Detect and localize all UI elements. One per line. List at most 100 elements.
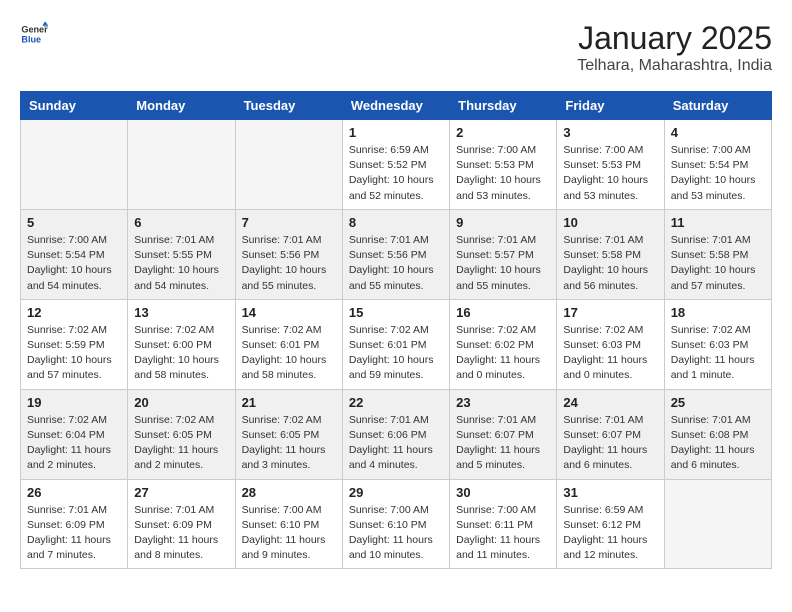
- day-info: Sunrise: 7:02 AMSunset: 6:04 PMDaylight:…: [27, 413, 121, 474]
- day-number: 31: [563, 485, 657, 500]
- day-number: 7: [242, 215, 336, 230]
- day-number: 27: [134, 485, 228, 500]
- day-info: Sunrise: 7:00 AMSunset: 5:53 PMDaylight:…: [456, 143, 550, 204]
- calendar-cell: 19 Sunrise: 7:02 AMSunset: 6:04 PMDayligh…: [21, 389, 128, 479]
- calendar-cell: 25Sunrise: 7:01 AMSunset: 6:08 PMDayligh…: [664, 389, 771, 479]
- calendar-cell: 12 Sunrise: 7:02 AMSunset: 5:59 PMDayligh…: [21, 299, 128, 389]
- calendar-cell: [235, 120, 342, 210]
- calendar-cell: 5Sunrise: 7:00 AMSunset: 5:54 PMDaylight…: [21, 209, 128, 299]
- day-number: 20: [134, 395, 228, 410]
- calendar-week-row: 12 Sunrise: 7:02 AMSunset: 5:59 PMDayligh…: [21, 299, 772, 389]
- calendar-cell: 11 Sunrise: 7:01 AMSunset: 5:58 PMDayligh…: [664, 209, 771, 299]
- calendar-cell: 10 Sunrise: 7:01 AMSunset: 5:58 PMDayligh…: [557, 209, 664, 299]
- day-info: Sunrise: 7:01 AMSunset: 5:58 PMDaylight:…: [671, 233, 765, 294]
- day-info: Sunrise: 7:02 AMSunset: 6:00 PMDaylight:…: [134, 323, 228, 384]
- day-number: 28: [242, 485, 336, 500]
- weekday-header-thursday: Thursday: [450, 92, 557, 120]
- page-header: General Blue January 2025 Telhara, Mahar…: [20, 20, 772, 75]
- title-block: January 2025 Telhara, Maharashtra, India: [577, 20, 772, 75]
- calendar-cell: [21, 120, 128, 210]
- weekday-header-friday: Friday: [557, 92, 664, 120]
- day-info: Sunrise: 7:01 AMSunset: 6:07 PMDaylight:…: [563, 413, 657, 474]
- weekday-header-sunday: Sunday: [21, 92, 128, 120]
- location: Telhara, Maharashtra, India: [577, 57, 772, 75]
- calendar-cell: 28Sunrise: 7:00 AMSunset: 6:10 PMDayligh…: [235, 479, 342, 569]
- calendar-cell: 27 Sunrise: 7:01 AMSunset: 6:09 PMDayligh…: [128, 479, 235, 569]
- calendar-cell: 17Sunrise: 7:02 AMSunset: 6:03 PMDayligh…: [557, 299, 664, 389]
- calendar-cell: 31Sunrise: 6:59 AMSunset: 6:12 PMDayligh…: [557, 479, 664, 569]
- calendar-week-row: 5Sunrise: 7:00 AMSunset: 5:54 PMDaylight…: [21, 209, 772, 299]
- day-info: Sunrise: 7:01 AMSunset: 6:06 PMDaylight:…: [349, 413, 443, 474]
- day-number: 19: [27, 395, 121, 410]
- calendar-week-row: 26 Sunrise: 7:01 AMSunset: 6:09 PMDayligh…: [21, 479, 772, 569]
- calendar-cell: 13 Sunrise: 7:02 AMSunset: 6:00 PMDayligh…: [128, 299, 235, 389]
- day-info: Sunrise: 7:02 AMSunset: 5:59 PMDaylight:…: [27, 323, 121, 384]
- calendar-cell: 14Sunrise: 7:02 AMSunset: 6:01 PMDayligh…: [235, 299, 342, 389]
- calendar-table: SundayMondayTuesdayWednesdayThursdayFrid…: [20, 91, 772, 569]
- day-number: 26: [27, 485, 121, 500]
- calendar-cell: 18 Sunrise: 7:02 AMSunset: 6:03 PMDayligh…: [664, 299, 771, 389]
- calendar-cell: 23 Sunrise: 7:01 AMSunset: 6:07 PMDayligh…: [450, 389, 557, 479]
- calendar-week-row: 19 Sunrise: 7:02 AMSunset: 6:04 PMDayligh…: [21, 389, 772, 479]
- calendar-cell: 24Sunrise: 7:01 AMSunset: 6:07 PMDayligh…: [557, 389, 664, 479]
- weekday-header-wednesday: Wednesday: [342, 92, 449, 120]
- day-number: 11: [671, 215, 765, 230]
- calendar-cell: 20 Sunrise: 7:02 AMSunset: 6:05 PMDayligh…: [128, 389, 235, 479]
- calendar-cell: 29 Sunrise: 7:00 AMSunset: 6:10 PMDayligh…: [342, 479, 449, 569]
- svg-text:General: General: [21, 25, 48, 35]
- weekday-header-saturday: Saturday: [664, 92, 771, 120]
- day-number: 17: [563, 305, 657, 320]
- calendar-cell: 15Sunrise: 7:02 AMSunset: 6:01 PMDayligh…: [342, 299, 449, 389]
- day-number: 9: [456, 215, 550, 230]
- day-number: 12: [27, 305, 121, 320]
- day-info: Sunrise: 7:01 AMSunset: 5:56 PMDaylight:…: [349, 233, 443, 294]
- day-info: Sunrise: 7:00 AMSunset: 6:10 PMDaylight:…: [349, 503, 443, 564]
- calendar-cell: [128, 120, 235, 210]
- day-info: Sunrise: 7:01 AMSunset: 6:07 PMDaylight:…: [456, 413, 550, 474]
- day-number: 25: [671, 395, 765, 410]
- day-info: Sunrise: 6:59 AMSunset: 5:52 PMDaylight:…: [349, 143, 443, 204]
- calendar-cell: 16 Sunrise: 7:02 AMSunset: 6:02 PMDayligh…: [450, 299, 557, 389]
- day-info: Sunrise: 7:02 AMSunset: 6:05 PMDaylight:…: [134, 413, 228, 474]
- day-number: 18: [671, 305, 765, 320]
- calendar-cell: 6 Sunrise: 7:01 AMSunset: 5:55 PMDaylight…: [128, 209, 235, 299]
- calendar-cell: 1 Sunrise: 6:59 AMSunset: 5:52 PMDaylight…: [342, 120, 449, 210]
- day-number: 2: [456, 125, 550, 140]
- day-number: 5: [27, 215, 121, 230]
- month-title: January 2025: [577, 20, 772, 57]
- day-info: Sunrise: 7:00 AMSunset: 6:11 PMDaylight:…: [456, 503, 550, 564]
- day-number: 10: [563, 215, 657, 230]
- day-number: 4: [671, 125, 765, 140]
- day-number: 13: [134, 305, 228, 320]
- logo-icon: General Blue: [20, 20, 48, 48]
- day-info: Sunrise: 7:01 AMSunset: 5:58 PMDaylight:…: [563, 233, 657, 294]
- calendar-cell: 21 Sunrise: 7:02 AMSunset: 6:05 PMDayligh…: [235, 389, 342, 479]
- day-number: 21: [242, 395, 336, 410]
- calendar-cell: 4Sunrise: 7:00 AMSunset: 5:54 PMDaylight…: [664, 120, 771, 210]
- day-number: 6: [134, 215, 228, 230]
- day-number: 1: [349, 125, 443, 140]
- day-info: Sunrise: 7:01 AMSunset: 5:55 PMDaylight:…: [134, 233, 228, 294]
- day-number: 23: [456, 395, 550, 410]
- day-number: 3: [563, 125, 657, 140]
- calendar-cell: 30Sunrise: 7:00 AMSunset: 6:11 PMDayligh…: [450, 479, 557, 569]
- calendar-cell: 26 Sunrise: 7:01 AMSunset: 6:09 PMDayligh…: [21, 479, 128, 569]
- day-info: Sunrise: 7:02 AMSunset: 6:02 PMDaylight:…: [456, 323, 550, 384]
- day-number: 15: [349, 305, 443, 320]
- calendar-cell: 9 Sunrise: 7:01 AMSunset: 5:57 PMDaylight…: [450, 209, 557, 299]
- weekday-header-row: SundayMondayTuesdayWednesdayThursdayFrid…: [21, 92, 772, 120]
- calendar-cell: 3Sunrise: 7:00 AMSunset: 5:53 PMDaylight…: [557, 120, 664, 210]
- calendar-cell: 2 Sunrise: 7:00 AMSunset: 5:53 PMDaylight…: [450, 120, 557, 210]
- day-number: 16: [456, 305, 550, 320]
- calendar-cell: 7Sunrise: 7:01 AMSunset: 5:56 PMDaylight…: [235, 209, 342, 299]
- day-info: Sunrise: 7:01 AMSunset: 6:09 PMDaylight:…: [27, 503, 121, 564]
- day-info: Sunrise: 7:02 AMSunset: 6:03 PMDaylight:…: [671, 323, 765, 384]
- day-number: 29: [349, 485, 443, 500]
- day-number: 8: [349, 215, 443, 230]
- calendar-week-row: 1 Sunrise: 6:59 AMSunset: 5:52 PMDaylight…: [21, 120, 772, 210]
- day-info: Sunrise: 7:01 AMSunset: 5:57 PMDaylight:…: [456, 233, 550, 294]
- day-number: 14: [242, 305, 336, 320]
- day-info: Sunrise: 7:01 AMSunset: 6:09 PMDaylight:…: [134, 503, 228, 564]
- day-info: Sunrise: 7:02 AMSunset: 6:05 PMDaylight:…: [242, 413, 336, 474]
- svg-text:Blue: Blue: [21, 34, 41, 44]
